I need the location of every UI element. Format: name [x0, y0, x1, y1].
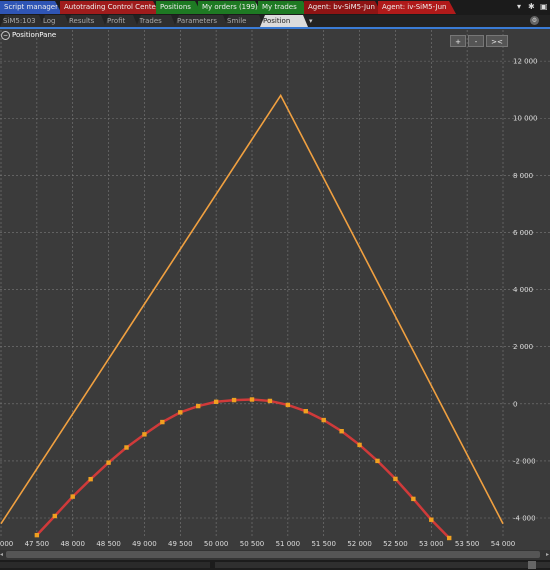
- data-point-marker: [411, 496, 416, 502]
- scroll-thumb[interactable]: [6, 551, 540, 558]
- x-tick-label: 52 500: [383, 540, 408, 548]
- zoom-out-button[interactable]: -: [468, 35, 484, 47]
- horizontal-scrollbar[interactable]: ◂ ▸: [0, 550, 550, 560]
- y-tick-label: -4 000: [513, 515, 536, 523]
- x-tick-label: 52 000: [347, 540, 372, 548]
- data-point-marker: [70, 494, 75, 499]
- scroll-left-icon[interactable]: ◂: [0, 551, 3, 558]
- x-axis-ticks: 47 000 47 500 48 000 48 500 49 000 49 500 50 0…: [0, 540, 515, 548]
- x-tick-label: 48 000: [60, 540, 85, 548]
- data-point-marker: [321, 417, 326, 423]
- x-tick-label: 54 000: [491, 540, 516, 548]
- chart-grid: [0, 30, 550, 538]
- data-point-marker: [393, 476, 398, 482]
- data-point-marker: [447, 535, 452, 541]
- resize-grip-icon[interactable]: [528, 561, 536, 569]
- x-tick-label: 51 000: [276, 540, 301, 548]
- status-right-panel: [215, 562, 550, 568]
- x-tick-label: 50 500: [240, 540, 265, 548]
- x-tick-label: 51 500: [311, 540, 336, 548]
- data-point-marker: [303, 409, 308, 414]
- zoom-fit-button[interactable]: ><: [486, 35, 508, 47]
- data-point-marker: [160, 419, 165, 425]
- y-tick-label: 10 000: [513, 115, 538, 123]
- data-point-marker: [34, 532, 40, 538]
- data-point-marker: [249, 397, 255, 402]
- y-tick-label: -2 000: [513, 457, 536, 465]
- y-tick-label: 4 000: [513, 286, 533, 294]
- y-tick-label: 8 000: [513, 172, 533, 180]
- data-point-marker: [429, 517, 434, 522]
- x-tick-label: 53 000: [419, 540, 444, 548]
- data-point-marker: [106, 460, 111, 465]
- current-payoff-line: [35, 398, 451, 539]
- data-point-marker: [285, 402, 291, 408]
- data-point-marker: [124, 445, 129, 450]
- data-point-marker: [142, 432, 147, 437]
- y-tick-label: 12 000: [513, 58, 538, 66]
- x-tick-label: 53 500: [455, 540, 480, 548]
- y-tick-label: 0: [513, 400, 517, 408]
- data-point-marker: [196, 403, 201, 409]
- status-left-panel: [0, 562, 210, 568]
- zoom-in-button[interactable]: +: [450, 35, 466, 47]
- x-tick-label: 47 000: [0, 540, 13, 548]
- x-tick-label: 47 500: [25, 540, 50, 548]
- position-chart[interactable]: 12 000 10 000 8 000 6 000 4 000 2 000 0 -2 000 -…: [0, 0, 550, 550]
- data-point-marker: [357, 442, 362, 448]
- data-point-marker: [267, 398, 273, 404]
- x-tick-label: 49 500: [168, 540, 193, 548]
- x-tick-label: 49 000: [132, 540, 157, 548]
- data-point-marker: [52, 513, 57, 519]
- data-point-marker: [88, 476, 93, 482]
- x-tick-label: 48 500: [96, 540, 121, 548]
- y-tick-label: 6 000: [513, 229, 533, 237]
- data-point-marker: [178, 410, 183, 415]
- data-point-marker: [375, 458, 380, 464]
- data-point-marker: [231, 397, 237, 403]
- data-point-marker: [339, 429, 344, 434]
- y-tick-label: 2 000: [513, 343, 533, 351]
- status-bar: [0, 560, 550, 570]
- scroll-right-icon[interactable]: ▸: [546, 551, 549, 558]
- data-point-marker: [213, 399, 219, 404]
- x-tick-label: 50 000: [204, 540, 229, 548]
- y-axis-ticks: 12 000 10 000 8 000 6 000 4 000 2 000 0 -2 000 -…: [513, 58, 538, 523]
